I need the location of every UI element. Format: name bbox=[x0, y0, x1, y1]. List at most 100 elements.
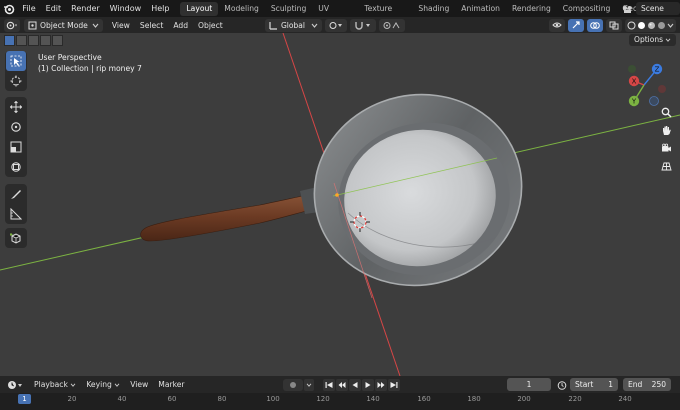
neg-z-axis-handle[interactable] bbox=[649, 96, 659, 106]
menu-marker[interactable]: Marker bbox=[153, 380, 189, 389]
play-button[interactable] bbox=[362, 378, 374, 391]
menu-view[interactable]: View bbox=[107, 21, 135, 30]
ruler-tick-label: 120 bbox=[316, 395, 330, 403]
prev-keyframe-button[interactable] bbox=[336, 378, 348, 391]
editor-type-dropdown[interactable] bbox=[4, 18, 20, 32]
tab-sculpting[interactable]: Sculpting bbox=[265, 2, 312, 16]
proportional-edit-icon bbox=[383, 21, 400, 29]
pan-handle[interactable] bbox=[140, 186, 326, 242]
menu-window[interactable]: Window bbox=[105, 0, 147, 17]
xray-toggle[interactable] bbox=[606, 18, 622, 32]
options-label: Options bbox=[634, 35, 663, 44]
select-intersect-icon[interactable] bbox=[52, 35, 63, 46]
scale-tool[interactable] bbox=[6, 137, 26, 157]
solid-shading-icon[interactable] bbox=[637, 21, 646, 30]
blender-logo-icon[interactable] bbox=[0, 0, 17, 17]
menu-playback[interactable]: Playback bbox=[29, 380, 81, 389]
tab-texture-paint[interactable]: Texture Paint bbox=[358, 2, 412, 27]
menu-help[interactable]: Help bbox=[146, 0, 174, 17]
current-frame-field[interactable]: 1 bbox=[507, 378, 551, 391]
neg-y-axis-handle[interactable] bbox=[628, 65, 636, 73]
current-frame-indicator[interactable]: 1 bbox=[18, 394, 31, 404]
viewport-header: Object Mode View Select Add Object Globa… bbox=[0, 17, 680, 33]
chevron-down-icon[interactable] bbox=[667, 23, 674, 28]
workspace-tabs: Layout Modeling Sculpting UV Editing Tex… bbox=[180, 0, 680, 27]
tab-uv-editing[interactable]: UV Editing bbox=[312, 2, 358, 27]
scene-name-field[interactable]: Scene bbox=[636, 2, 680, 15]
tab-modeling[interactable]: Modeling bbox=[218, 2, 265, 16]
visibility-toggle[interactable] bbox=[549, 18, 565, 32]
pan-view-button[interactable] bbox=[658, 122, 674, 138]
pivot-point-dropdown[interactable] bbox=[324, 18, 347, 32]
frying-pan[interactable] bbox=[297, 75, 540, 304]
gizmo-toggle[interactable] bbox=[568, 18, 584, 32]
move-tool[interactable] bbox=[6, 97, 26, 117]
transform-icon bbox=[11, 162, 21, 172]
tab-shading[interactable]: Shading bbox=[412, 2, 455, 16]
start-frame-field[interactable]: Start 1 bbox=[570, 378, 618, 391]
select-invert-icon[interactable] bbox=[40, 35, 51, 46]
play-reverse-button[interactable] bbox=[349, 378, 361, 391]
menu-edit[interactable]: Edit bbox=[41, 0, 67, 17]
perspective-toggle-button[interactable] bbox=[658, 158, 674, 174]
tool-shelf-add bbox=[5, 228, 27, 248]
mode-dropdown[interactable]: Object Mode bbox=[24, 18, 103, 32]
end-frame-field[interactable]: End 250 bbox=[623, 378, 671, 391]
timeline-editor-type-dropdown[interactable] bbox=[5, 378, 25, 391]
auto-keying-toggle[interactable] bbox=[283, 378, 303, 391]
tab-rendering[interactable]: Rendering bbox=[506, 2, 557, 16]
ruler-tick-label: 60 bbox=[167, 395, 177, 403]
menu-file[interactable]: File bbox=[17, 0, 40, 17]
stopwatch-icon[interactable] bbox=[555, 378, 568, 391]
camera-view-button[interactable] bbox=[658, 140, 674, 156]
select-subtract-icon[interactable] bbox=[28, 35, 39, 46]
tab-animation[interactable]: Animation bbox=[455, 2, 506, 16]
mode-label: Object Mode bbox=[40, 20, 88, 30]
next-keyframe-button[interactable] bbox=[375, 378, 387, 391]
timeline-header: Playback Keying View Marker 1 Start 1 En… bbox=[0, 376, 680, 393]
select-new-icon[interactable] bbox=[4, 35, 15, 46]
rendered-shading-icon[interactable] bbox=[657, 21, 666, 30]
camera-icon bbox=[661, 143, 671, 151]
menu-object[interactable]: Object bbox=[193, 21, 228, 30]
cursor-tool[interactable] bbox=[6, 71, 26, 91]
zoom-button[interactable] bbox=[658, 104, 674, 120]
transform-tool[interactable] bbox=[6, 157, 26, 177]
scene-icon[interactable] bbox=[618, 2, 636, 15]
snap-toggle[interactable] bbox=[349, 18, 376, 32]
overlays-toggle[interactable] bbox=[587, 18, 603, 32]
jump-end-button[interactable] bbox=[388, 378, 400, 391]
tab-layout[interactable]: Layout bbox=[180, 1, 219, 16]
keying-set-dropdown[interactable] bbox=[304, 378, 314, 391]
keying-label: Keying bbox=[86, 380, 112, 389]
transform-orientation-dropdown[interactable]: Global bbox=[265, 18, 322, 32]
menu-timeline-view[interactable]: View bbox=[125, 380, 153, 389]
measure-tool[interactable] bbox=[6, 204, 26, 224]
jump-start-button[interactable] bbox=[323, 378, 335, 391]
tab-compositing[interactable]: Compositing bbox=[557, 2, 617, 16]
neg-x-axis-handle[interactable] bbox=[658, 85, 666, 93]
rotate-tool[interactable] bbox=[6, 117, 26, 137]
record-icon bbox=[290, 381, 296, 388]
tool-shelf-annotate bbox=[5, 184, 27, 224]
clock-icon bbox=[8, 380, 22, 389]
timeline-ruler[interactable]: 1 20 40 60 80 100 120 140 160 180 200 22… bbox=[0, 393, 680, 410]
select-box-tool[interactable] bbox=[6, 51, 26, 71]
zoom-magnifier-icon bbox=[661, 107, 672, 118]
pencil-icon bbox=[11, 190, 21, 199]
wireframe-shading-icon[interactable] bbox=[627, 21, 636, 30]
annotate-tool[interactable] bbox=[6, 184, 26, 204]
menu-select[interactable]: Select bbox=[135, 21, 168, 30]
options-button[interactable]: Options bbox=[629, 34, 676, 46]
proportional-editing-toggle[interactable] bbox=[378, 18, 405, 32]
select-extend-icon[interactable] bbox=[16, 35, 27, 46]
material-shading-icon[interactable] bbox=[647, 21, 656, 30]
menu-render[interactable]: Render bbox=[66, 0, 104, 17]
orientation-label: Global bbox=[281, 20, 305, 30]
add-cube-tool[interactable] bbox=[6, 228, 26, 248]
tool-shelf-select bbox=[5, 51, 27, 91]
3d-viewport[interactable]: Options User Perspective (1) Collection … bbox=[0, 33, 680, 376]
ruler-tick-label: 100 bbox=[266, 395, 280, 403]
menu-keying[interactable]: Keying bbox=[81, 380, 125, 389]
menu-add[interactable]: Add bbox=[168, 21, 193, 30]
